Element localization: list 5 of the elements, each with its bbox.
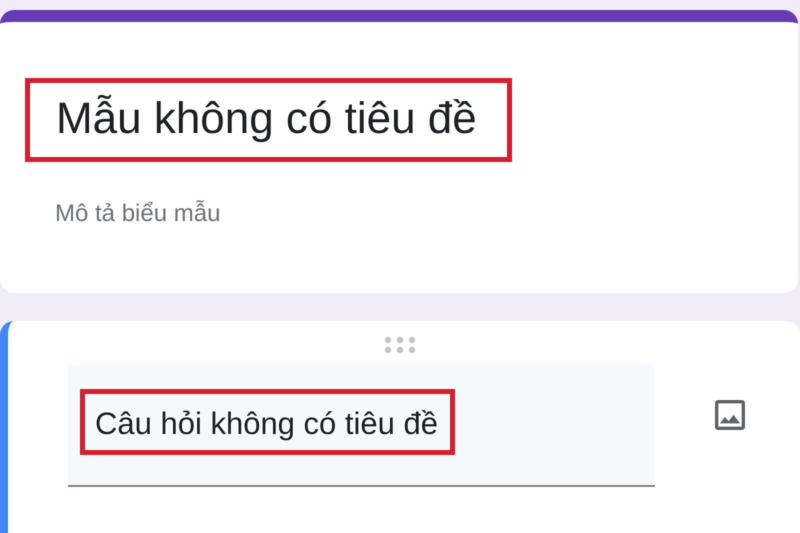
form-description-field[interactable]: Mô tả biểu mẫu — [55, 200, 220, 228]
drag-handle-icon[interactable] — [383, 335, 417, 355]
question-field[interactable]: Câu hỏi không có tiêu đề — [68, 365, 655, 487]
question-title: Câu hỏi không có tiêu đề — [95, 406, 438, 442]
form-title[interactable]: Mẫu không có tiêu đề — [56, 97, 477, 141]
